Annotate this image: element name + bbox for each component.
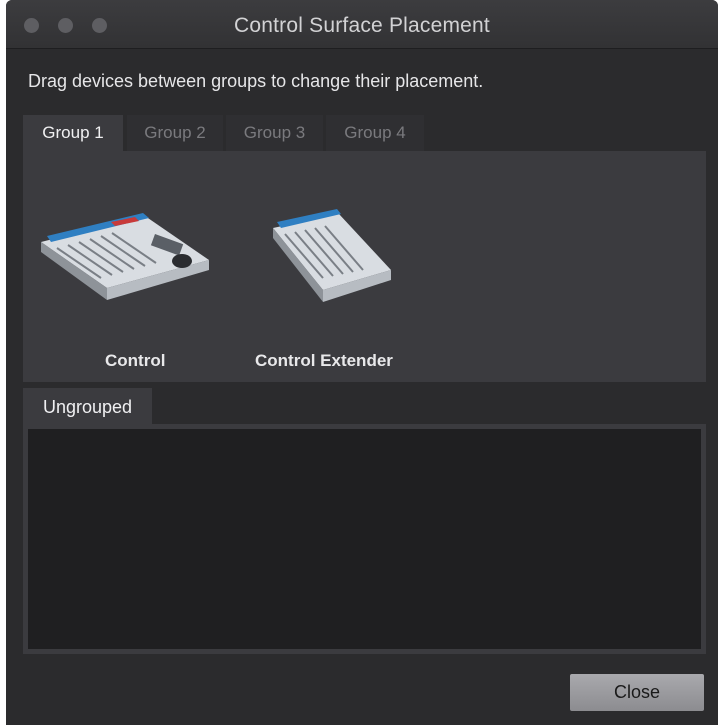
instruction-text: Drag devices between groups to change th… xyxy=(28,71,484,91)
tab-group-2[interactable]: Group 2 xyxy=(127,115,223,151)
dialog-window: Control Surface Placement Drag devices b… xyxy=(6,0,718,725)
tab-group-4[interactable]: Group 4 xyxy=(326,115,424,151)
title-bar[interactable]: Control Surface Placement xyxy=(6,0,718,49)
device-control-extender[interactable]: Control Extender xyxy=(255,151,461,382)
ungrouped-pane xyxy=(23,424,706,654)
window-title: Control Surface Placement xyxy=(234,14,490,37)
tab-group-1[interactable]: Group 1 xyxy=(23,115,123,151)
control-surface-icon xyxy=(41,213,209,300)
ungrouped-tab[interactable]: Ungrouped xyxy=(23,388,152,426)
device-control[interactable]: Control xyxy=(37,151,227,382)
tab-group-3[interactable]: Group 3 xyxy=(226,115,323,151)
control-extender-icon xyxy=(273,209,391,302)
ungrouped-drop-area[interactable] xyxy=(28,429,701,649)
device-label: Control xyxy=(105,351,166,370)
close-button[interactable]: Close xyxy=(570,674,704,711)
group-devices-pane[interactable]: Control Control Extender xyxy=(23,151,706,382)
device-label: Control Extender xyxy=(255,351,393,370)
